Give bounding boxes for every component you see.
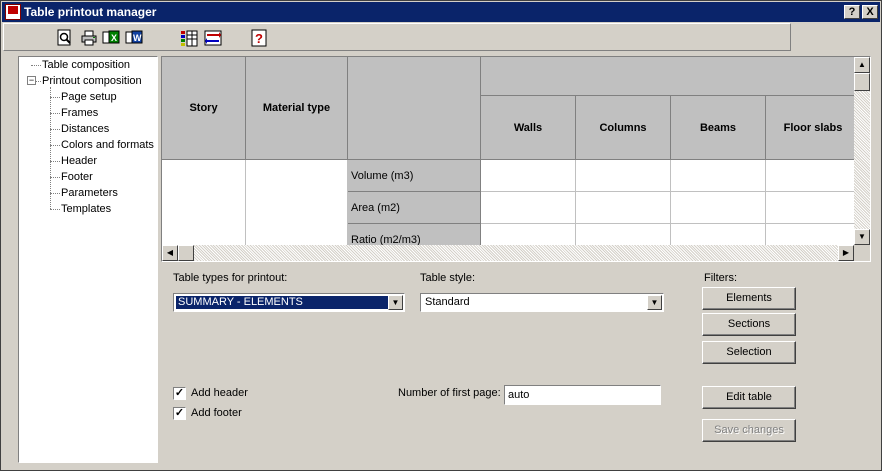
first-page-label: Number of first page: xyxy=(398,387,501,399)
table-cell xyxy=(481,192,576,224)
swap-icon[interactable] xyxy=(202,27,222,47)
edit-table-button[interactable]: Edit table xyxy=(702,386,796,409)
horizontal-scrollbar[interactable] xyxy=(162,245,854,261)
tree-connector xyxy=(50,161,60,162)
tree-item-templates[interactable]: Templates xyxy=(61,203,111,215)
svg-text:X: X xyxy=(111,33,117,43)
table-cell xyxy=(766,160,861,192)
table-style-select[interactable]: Standard ▼ xyxy=(420,293,664,312)
selection-filter-button[interactable]: Selection xyxy=(702,341,796,364)
table-style-label: Table style: xyxy=(420,272,476,284)
tree-item-table-composition[interactable]: Table composition xyxy=(42,59,130,71)
table-types-select[interactable]: SUMMARY - ELEMENTS ▼ xyxy=(173,293,405,312)
table-types-label: Table types for printout: xyxy=(173,272,288,284)
tree-item-frames[interactable]: Frames xyxy=(61,107,98,119)
table-types-value: SUMMARY - ELEMENTS xyxy=(175,295,391,310)
word-export-icon[interactable]: W xyxy=(123,27,143,47)
help-icon[interactable]: ? xyxy=(248,27,268,47)
title-bar: Table printout manager ? X xyxy=(2,2,880,22)
first-page-input[interactable]: auto xyxy=(504,385,661,405)
tree-connector xyxy=(50,177,60,178)
tree-connector xyxy=(50,129,60,130)
add-header-checkbox[interactable]: ✓ xyxy=(173,387,186,400)
horizontal-scroll-thumb[interactable] xyxy=(178,245,194,261)
filters-label: Filters: xyxy=(704,272,737,284)
tree-connector xyxy=(50,87,51,209)
tree-item-footer[interactable]: Footer xyxy=(61,171,93,183)
tree-connector xyxy=(31,65,41,66)
table-cell xyxy=(671,192,766,224)
header-columns: Columns xyxy=(576,96,671,160)
vertical-scroll-thumb[interactable] xyxy=(854,73,870,91)
table-cell xyxy=(481,160,576,192)
scroll-right-icon[interactable]: ▶ xyxy=(838,245,854,261)
table-preview: Story Material type Walls Columns Beams … xyxy=(161,56,871,262)
story-cell xyxy=(162,160,246,250)
tree-item-printout-composition[interactable]: Printout composition xyxy=(42,75,142,87)
scroll-up-icon[interactable]: ▲ xyxy=(854,57,870,73)
table-cell xyxy=(671,160,766,192)
table-config-icon[interactable] xyxy=(178,27,198,47)
table-style-value: Standard xyxy=(425,296,470,308)
tree-connector xyxy=(50,145,60,146)
excel-export-icon[interactable]: X xyxy=(100,27,120,47)
tree-connector xyxy=(50,97,60,98)
save-changes-button[interactable]: Save changes xyxy=(702,419,796,442)
header-blank xyxy=(348,57,481,160)
tree-item-distances[interactable]: Distances xyxy=(61,123,109,135)
navigation-tree: Table composition − Printout composition… xyxy=(18,56,158,463)
sections-filter-button[interactable]: Sections xyxy=(702,313,796,336)
scroll-down-icon[interactable]: ▼ xyxy=(854,229,870,245)
tree-item-page-setup[interactable]: Page setup xyxy=(61,91,117,103)
row-label-area: Area (m2) xyxy=(348,192,481,224)
table-cell xyxy=(766,192,861,224)
preview-icon[interactable] xyxy=(54,27,74,47)
app-icon xyxy=(5,4,21,20)
header-beams: Beams xyxy=(671,96,766,160)
tree-connector xyxy=(50,113,60,114)
header-floor-slabs: Floor slabs xyxy=(766,96,861,160)
collapse-icon[interactable]: − xyxy=(27,76,36,85)
header-material-type: Material type xyxy=(246,57,348,160)
window-title: Table printout manager xyxy=(24,5,157,19)
table-cell xyxy=(576,160,671,192)
help-title-button[interactable]: ? xyxy=(844,5,860,19)
scroll-corner xyxy=(854,245,870,261)
tree-item-header[interactable]: Header xyxy=(61,155,97,167)
print-icon[interactable] xyxy=(78,27,98,47)
svg-text:W: W xyxy=(133,33,142,43)
elements-filter-button[interactable]: Elements xyxy=(702,287,796,310)
material-cell xyxy=(246,160,348,250)
add-header-label: Add header xyxy=(191,387,248,399)
add-footer-label: Add footer xyxy=(191,407,242,419)
header-group xyxy=(481,57,861,96)
toolbar: X W ? xyxy=(3,23,791,51)
tree-connector xyxy=(36,81,41,82)
header-walls: Walls xyxy=(481,96,576,160)
table-cell xyxy=(576,192,671,224)
tree-connector xyxy=(50,193,60,194)
add-footer-checkbox[interactable]: ✓ xyxy=(173,407,186,420)
header-story: Story xyxy=(162,57,246,160)
tree-connector xyxy=(50,209,60,210)
chevron-down-icon[interactable]: ▼ xyxy=(388,295,403,310)
chevron-down-icon[interactable]: ▼ xyxy=(647,295,662,310)
tree-item-parameters[interactable]: Parameters xyxy=(61,187,118,199)
svg-text:?: ? xyxy=(255,31,263,46)
table-printout-manager-window: Table printout manager ? X X W ? Table c… xyxy=(0,0,882,471)
row-label-volume: Volume (m3) xyxy=(348,160,481,192)
tree-item-colors-formats[interactable]: Colors and formats xyxy=(61,139,154,151)
scroll-left-icon[interactable]: ◀ xyxy=(162,245,178,261)
close-button[interactable]: X xyxy=(862,5,878,19)
